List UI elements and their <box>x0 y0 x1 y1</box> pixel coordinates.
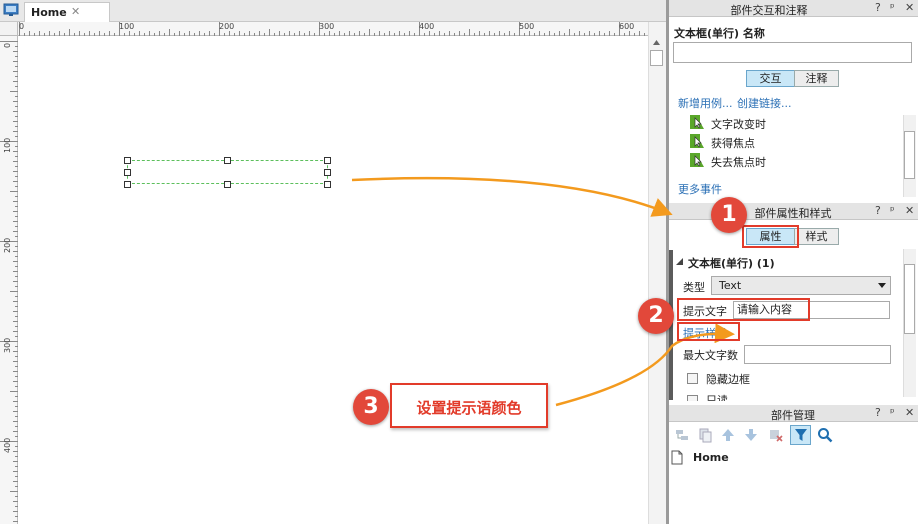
scroll-up-icon[interactable] <box>650 37 663 48</box>
widget-name-label: 文本框(单行) 名称 <box>674 27 765 40</box>
close-icon[interactable]: ✕ <box>905 1 914 14</box>
ruler-label: 100 <box>3 137 12 153</box>
sitemap-icon[interactable] <box>3 3 19 17</box>
resize-handle[interactable] <box>324 157 331 164</box>
tab-styles[interactable]: 样式 <box>794 228 839 245</box>
filter-icon <box>795 429 807 441</box>
props-scrollbar-thumb[interactable] <box>904 264 915 334</box>
max-length-label: 最大文字数 <box>683 349 738 362</box>
close-icon[interactable]: ✕ <box>905 406 914 419</box>
delete-icon[interactable] <box>768 427 784 443</box>
hide-border-label: 隐藏边框 <box>706 373 750 386</box>
chevron-down-icon <box>878 283 886 288</box>
collapse-triangle-icon[interactable] <box>676 258 684 266</box>
type-select-value: Text <box>719 279 742 292</box>
step-badge-2: 2 <box>638 298 674 334</box>
ruler-label: 400 <box>419 22 435 31</box>
resize-handle[interactable] <box>124 169 131 176</box>
help-icon[interactable]: ? <box>875 204 881 217</box>
step-badge-3: 3 <box>353 389 389 425</box>
help-icon[interactable]: ? <box>875 1 881 14</box>
events-scrollbar-thumb[interactable] <box>904 131 915 179</box>
ruler-label: 300 <box>3 337 12 353</box>
pin-icon[interactable]: ᵖ <box>890 204 895 217</box>
tab-home[interactable]: Home ✕ <box>24 2 110 22</box>
event-label: 文字改变时 <box>711 118 766 131</box>
ruler-label: 200 <box>3 237 12 253</box>
tab-interaction[interactable]: 交互 <box>746 70 795 87</box>
resize-handle[interactable] <box>224 181 231 188</box>
event-cursor-icon <box>690 153 704 167</box>
panel-title: 部件管理 <box>771 409 815 422</box>
event-label: 获得焦点 <box>711 137 755 150</box>
more-events-link[interactable]: 更多事件 <box>678 181 722 197</box>
type-select[interactable]: Text <box>711 276 891 295</box>
widget-name-input[interactable] <box>673 42 912 63</box>
create-link-link[interactable]: 创建链接... <box>737 95 792 111</box>
canvas-scrollbar-thumb[interactable] <box>650 50 663 66</box>
ruler-label: 100 <box>119 22 135 31</box>
ruler-label: 600 <box>619 22 635 31</box>
props-overflow: 只读 <box>669 393 918 401</box>
readonly-checkbox[interactable] <box>687 395 698 401</box>
resize-handle[interactable] <box>324 181 331 188</box>
interaction-panel-header: 部件交互和注释 ? ᵖ ✕ <box>669 0 918 17</box>
resize-handle[interactable] <box>124 157 131 164</box>
close-icon[interactable]: ✕ <box>905 204 914 217</box>
resize-handle[interactable] <box>124 181 131 188</box>
type-label: 类型 <box>683 281 705 294</box>
pin-icon[interactable]: ᵖ <box>890 406 895 419</box>
step-badge-1: 1 <box>711 197 747 233</box>
ruler-label: 0 <box>19 22 25 31</box>
callout-box: 设置提示语颜色 <box>390 383 548 428</box>
search-icon[interactable] <box>817 427 833 443</box>
copy-icon[interactable] <box>697 427 713 443</box>
arrow-up-icon[interactable] <box>720 427 736 443</box>
readonly-label: 只读 <box>706 394 728 401</box>
add-case-link[interactable]: 新增用例... <box>678 95 733 111</box>
resize-handle[interactable] <box>324 169 331 176</box>
widget-manager-header: 部件管理 ? ᵖ ✕ <box>669 405 918 422</box>
filter-button[interactable] <box>790 425 811 445</box>
tab-home-label: Home <box>31 6 67 19</box>
max-length-input[interactable] <box>744 345 891 364</box>
pin-icon[interactable]: ᵖ <box>890 1 895 14</box>
ruler-corner <box>0 22 18 36</box>
ruler-vertical: 0 100 200 300 400 <box>0 36 18 524</box>
callout-text: 设置提示语颜色 <box>416 399 522 417</box>
page-icon <box>671 450 683 465</box>
ruler-label: 400 <box>3 437 12 453</box>
outline-icon[interactable] <box>674 427 690 443</box>
arrow-to-props-panel <box>351 176 673 217</box>
highlight-hint-style <box>677 322 740 341</box>
props-panel-header: 部件属性和样式 ? ᵖ ✕ <box>669 203 918 220</box>
highlight-properties-tab <box>742 225 799 248</box>
arrow-down-icon[interactable] <box>743 427 759 443</box>
highlight-hint-text <box>677 298 810 321</box>
page-tree-item-home[interactable]: Home <box>693 451 729 464</box>
tab-notes[interactable]: 注释 <box>794 70 839 87</box>
event-cursor-icon <box>690 115 704 129</box>
ruler-horizontal: 0 100 200 300 400 500 600 <box>18 22 648 36</box>
tab-close-icon[interactable]: ✕ <box>71 5 80 18</box>
canvas-scrollbar[interactable] <box>648 22 666 524</box>
panel-title: 部件交互和注释 <box>730 4 808 17</box>
help-icon[interactable]: ? <box>875 406 881 419</box>
section-title: 文本框(单行) (1) <box>688 257 775 270</box>
event-cursor-icon <box>690 134 704 148</box>
event-label: 失去焦点时 <box>711 156 766 169</box>
resize-handle[interactable] <box>224 157 231 164</box>
ruler-label: 0 <box>3 42 12 48</box>
ruler-label: 200 <box>219 22 235 31</box>
ruler-label: 500 <box>519 22 535 31</box>
ruler-label: 300 <box>319 22 335 31</box>
hide-border-checkbox[interactable] <box>687 373 698 384</box>
